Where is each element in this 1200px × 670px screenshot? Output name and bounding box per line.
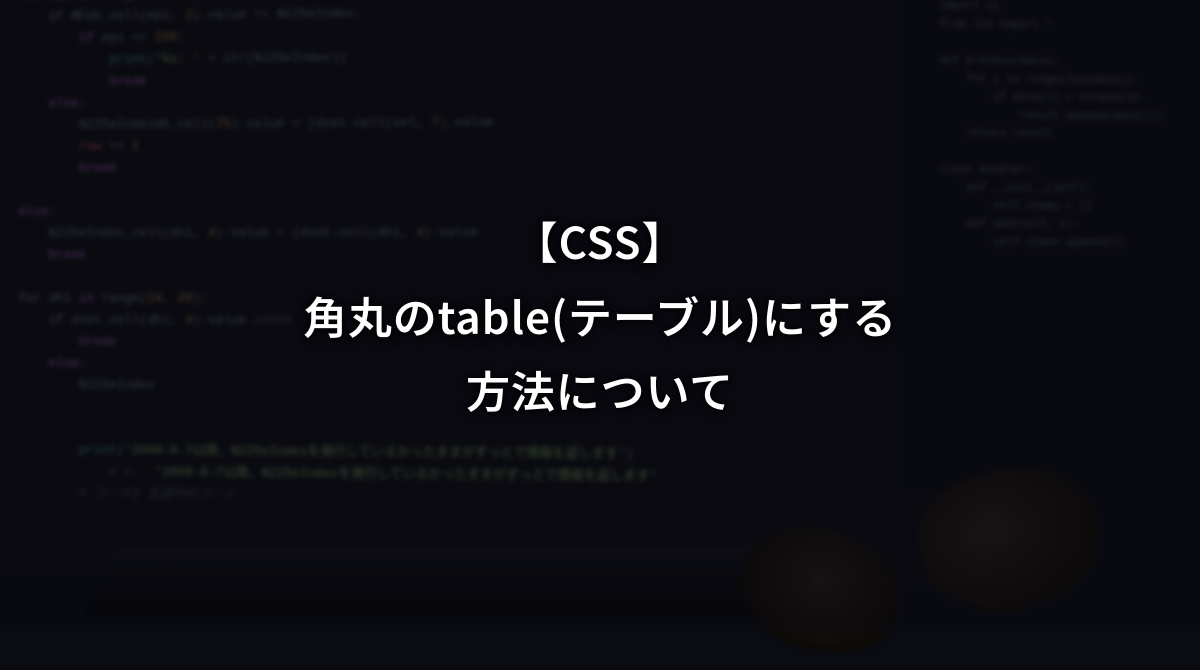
title-line-2: 角丸のtable(テーブル)にする bbox=[303, 283, 897, 347]
title-container: 【CSS】 角丸のtable(テーブル)にする 方法について bbox=[0, 0, 1200, 630]
title-line-1: 【CSS】 bbox=[514, 208, 687, 272]
hero-title: 【CSS】 角丸のtable(テーブル)にする 方法について bbox=[303, 203, 897, 427]
title-line-3: 方法について bbox=[466, 357, 734, 421]
